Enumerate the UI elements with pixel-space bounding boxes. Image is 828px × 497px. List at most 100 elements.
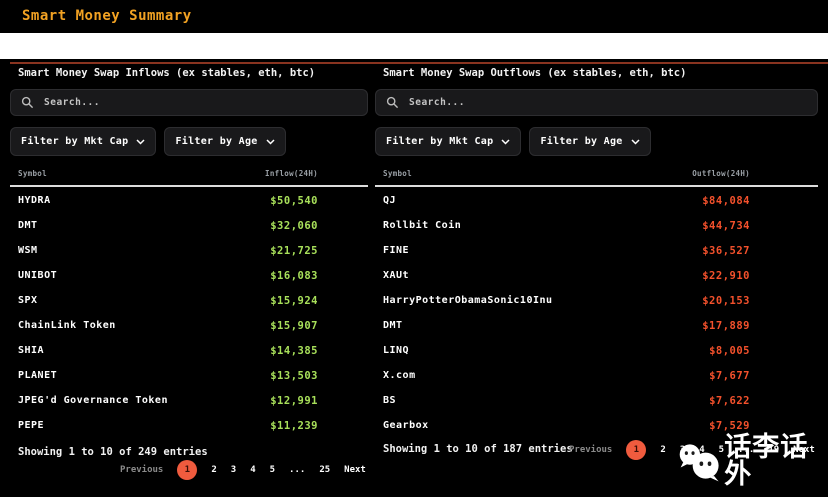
inflows-pagination: Previous 1 2 3 4 5 ... 25 Next [120,460,366,480]
table-row[interactable]: XAUt $22,910 [383,263,750,288]
inflow-value: $15,924 [270,295,318,307]
token-symbol: SHIA [18,345,44,356]
column-header-symbol[interactable]: Symbol [383,169,412,178]
token-symbol: SPX [18,295,38,306]
table-row[interactable]: DMT$32,060 [18,213,318,238]
pagination-ellipsis: ... [289,465,305,475]
token-symbol: XAUt [383,270,409,281]
token-symbol: UNIBOT [18,270,57,281]
entries-summary: Showing 1 to 10 of 187 entries [383,443,573,455]
outflows-searchbox[interactable] [375,89,818,116]
outflows-table-body: QJ $84,084 Rollbit Coin$44,734 FINE $36,52… [383,188,750,438]
page-button[interactable]: 5 [270,465,275,475]
outflow-value: $17,889 [702,320,750,332]
token-symbol: FINE [383,245,409,256]
search-input[interactable] [407,96,807,109]
table-row[interactable]: BS $7,622 [383,388,750,413]
table-header-underline [375,185,818,187]
inflow-value: $14,385 [270,345,318,357]
outflows-table-header: Symbol Outflow(24H) [383,169,750,178]
filter-mktcap-button[interactable]: Filter by Mkt Cap [10,127,156,156]
filter-mktcap-button[interactable]: Filter by Mkt Cap [375,127,521,156]
table-row[interactable]: LINQ $8,005 [383,338,750,363]
outflows-filters: Filter by Mkt Cap Filter by Age [375,127,651,156]
inflow-value: $15,907 [270,320,318,332]
page-button[interactable]: 25 [319,465,330,475]
token-symbol: DMT [383,320,403,331]
previous-button[interactable]: Previous [569,445,612,455]
outflow-value: $20,153 [702,295,750,307]
token-symbol: WSM [18,245,38,256]
token-symbol: QJ [383,195,396,206]
wechat-icon [676,435,722,487]
token-symbol: JPEG'd Governance Token [18,395,168,406]
filter-age-label: Filter by Age [175,136,257,147]
table-row[interactable]: SHIA $14,385 [18,338,318,363]
search-input[interactable] [42,96,357,109]
table-row[interactable]: DMT $17,889 [383,313,750,338]
filter-age-button[interactable]: Filter by Age [164,127,285,156]
inflow-value: $50,540 [270,195,318,207]
chevron-down-icon [501,139,510,145]
table-row[interactable]: PLANET$13,503 [18,363,318,388]
token-symbol: BS [383,395,396,406]
outflows-panel-title: Smart Money Swap Outflows (ex stables, e… [383,67,686,79]
page-button[interactable]: 2 [660,445,665,455]
table-row[interactable]: HarryPotterObamaSonic10Inu $20,153 [383,288,750,313]
inflow-value: $21,725 [270,245,318,257]
page-button-active[interactable]: 1 [177,460,197,480]
token-symbol: LINQ [383,345,409,356]
table-row[interactable]: JPEG'd Governance Token $12,991 [18,388,318,413]
previous-button[interactable]: Previous [120,465,163,475]
column-header-inflow[interactable]: Inflow(24H) [265,169,318,178]
inflows-searchbox[interactable] [10,89,368,116]
inflow-value: $11,239 [270,420,318,432]
token-symbol: HarryPotterObamaSonic10Inu [383,295,553,306]
search-icon [21,96,34,109]
outflow-value: $84,084 [702,195,750,207]
smart-money-dashboard: Smart Money Summary Smart Money Swap Inf… [0,0,828,497]
table-row[interactable]: ChainLink Token $15,907 [18,313,318,338]
page-title: Smart Money Summary [22,8,192,24]
filter-mktcap-label: Filter by Mkt Cap [386,136,493,147]
page-button[interactable]: 3 [231,465,236,475]
column-header-outflow[interactable]: Outflow(24H) [692,169,750,178]
token-symbol: ChainLink Token [18,320,116,331]
inflow-value: $12,991 [270,395,318,407]
token-symbol: PLANET [18,370,57,381]
table-row[interactable]: PEPE $11,239 [18,413,318,438]
outflow-value: $7,622 [709,395,750,407]
watermark-text: 话李话外 [724,434,828,488]
outflow-value: $22,910 [702,270,750,282]
table-row[interactable]: UNIBOT $16,083 [18,263,318,288]
entries-summary: Showing 1 to 10 of 249 entries [18,446,208,458]
token-symbol: DMT [18,220,38,231]
outflow-value: $36,527 [702,245,750,257]
outflow-value: $7,529 [709,420,750,432]
chevron-down-icon [266,139,275,145]
column-header-symbol[interactable]: Symbol [18,169,47,178]
inflows-table-body: HYDRA$50,540 DMT$32,060 WSM $21,725 UNIBO… [18,188,318,438]
outflow-value: $8,005 [709,345,750,357]
page-button[interactable]: 2 [211,465,216,475]
inflow-value: $16,083 [270,270,318,282]
table-header-underline [10,185,368,187]
token-symbol: PEPE [18,420,44,431]
search-icon [386,96,399,109]
watermark: 话李话外 [676,434,828,488]
table-row[interactable]: QJ $84,084 [383,188,750,213]
table-row[interactable]: SPX $15,924 [18,288,318,313]
table-row[interactable]: FINE $36,527 [383,238,750,263]
next-button[interactable]: Next [344,465,366,475]
table-row[interactable]: X.com$7,677 [383,363,750,388]
table-row[interactable]: HYDRA$50,540 [18,188,318,213]
filter-mktcap-label: Filter by Mkt Cap [21,136,128,147]
page-button[interactable]: 4 [250,465,255,475]
table-row[interactable]: WSM $21,725 [18,238,318,263]
page-button-active[interactable]: 1 [626,440,646,460]
inflows-table-header: Symbol Inflow(24H) [18,169,318,178]
filter-age-button[interactable]: Filter by Age [529,127,650,156]
token-symbol: Rollbit Coin [383,220,461,231]
inflows-filters: Filter by Mkt Cap Filter by Age [10,127,286,156]
table-row[interactable]: Rollbit Coin$44,734 [383,213,750,238]
